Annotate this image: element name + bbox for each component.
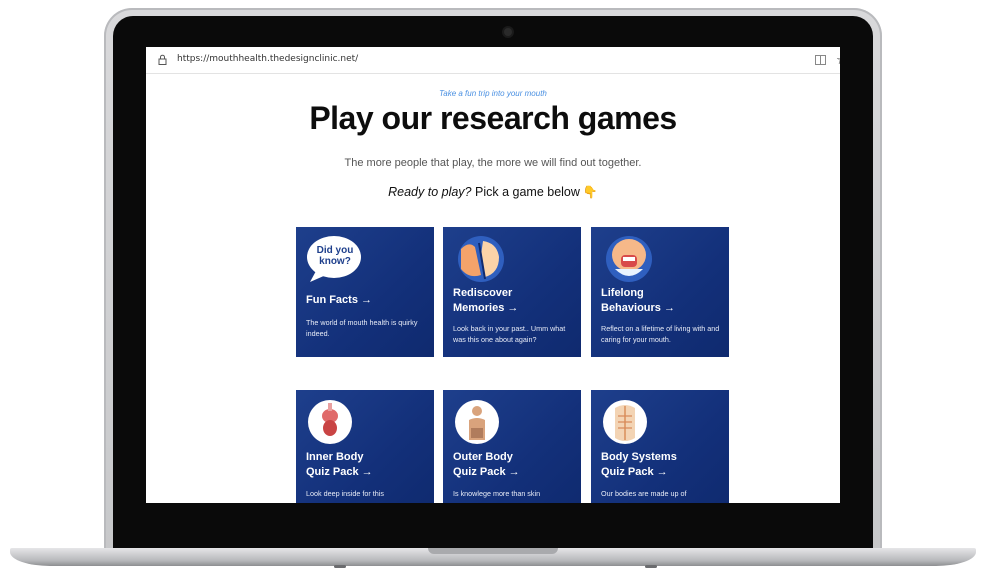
game-title-line1: Body Systems — [601, 451, 677, 463]
address-bar[interactable]: https://mouthhealth.thedesignclinic.net/… — [146, 47, 840, 74]
lock-icon — [158, 54, 167, 65]
skeleton-icon — [603, 400, 647, 444]
game-description: Look back in your past.. Umm what was th… — [453, 324, 566, 344]
pointing-down-hand-icon: 👇 — [582, 185, 598, 199]
game-title: Inner Body Quiz Pack → — [306, 450, 426, 480]
prompt-italic: Ready to play? — [388, 185, 472, 199]
game-title: Fun Facts → — [306, 293, 426, 308]
memory-faces-icon — [458, 236, 504, 282]
game-description: The world of mouth health is quirky inde… — [306, 318, 418, 338]
game-title: Outer Body Quiz Pack → — [453, 450, 573, 480]
game-description: Look deep inside for this — [306, 489, 384, 498]
bookmark-star-icon[interactable]: ☆ — [836, 52, 840, 68]
game-card-lifelong-behaviours[interactable]: Lifelong Behaviours → Reflect on a lifet… — [591, 227, 729, 357]
face-toothbrush-icon — [606, 236, 652, 282]
prompt-rest: Pick a game below — [471, 185, 580, 199]
game-card-inner-body[interactable]: Inner Body Quiz Pack → Look deep inside … — [296, 390, 434, 503]
speech-bubble-text: Did you know? — [316, 245, 354, 267]
laptop-foot-left — [334, 565, 346, 568]
game-title: Lifelong Behaviours → — [601, 286, 721, 316]
game-title-line1: Lifelong — [601, 287, 644, 299]
game-title-line1: Rediscover — [453, 287, 513, 299]
laptop-foot-right — [645, 565, 657, 568]
game-title-line2: Memories → — [453, 302, 519, 314]
game-card-body-systems[interactable]: Body Systems Quiz Pack → Our bodies are … — [591, 390, 729, 503]
game-title-line1: Outer Body — [453, 451, 513, 463]
subtitle: The more people that play, the more we w… — [344, 157, 642, 169]
game-description: Is knowlege more than skin — [453, 489, 541, 498]
play-prompt: Ready to play? Pick a game below 👇 — [146, 185, 840, 199]
page-title: Play our research games — [309, 100, 677, 136]
tagline: Take a fun trip into your mouth — [439, 89, 547, 98]
game-title-line1: Inner Body — [306, 451, 364, 463]
game-card-rediscover-memories[interactable]: Rediscover Memories → Look back in your … — [443, 227, 581, 357]
game-card-fun-facts[interactable]: Did you know? Fun Facts → The world of m… — [296, 227, 434, 357]
game-title: Body Systems Quiz Pack → — [601, 450, 721, 480]
url-text[interactable]: https://mouthhealth.thedesignclinic.net/ — [177, 54, 358, 64]
game-card-outer-body[interactable]: Outer Body Quiz Pack → Is knowlege more … — [443, 390, 581, 503]
webcam-icon — [504, 28, 512, 36]
browser-screen: https://mouthhealth.thedesignclinic.net/… — [146, 47, 840, 503]
laptop-opening-notch — [428, 548, 558, 554]
game-title-line2: Behaviours → — [601, 302, 675, 314]
body-figure-icon — [455, 400, 499, 444]
game-title-line2: Quiz Pack → — [306, 466, 373, 478]
game-description: Our bodies are made up of — [601, 489, 687, 498]
game-title: Rediscover Memories → — [453, 286, 573, 316]
game-title-line2: Quiz Pack → — [453, 466, 520, 478]
game-title-line2: Quiz Pack → — [601, 466, 668, 478]
game-description: Reflect on a lifetime of living with and… — [601, 324, 720, 344]
organs-icon — [308, 400, 352, 444]
reader-view-icon[interactable] — [815, 55, 826, 65]
game-title-line1: Fun Facts → — [306, 294, 373, 306]
